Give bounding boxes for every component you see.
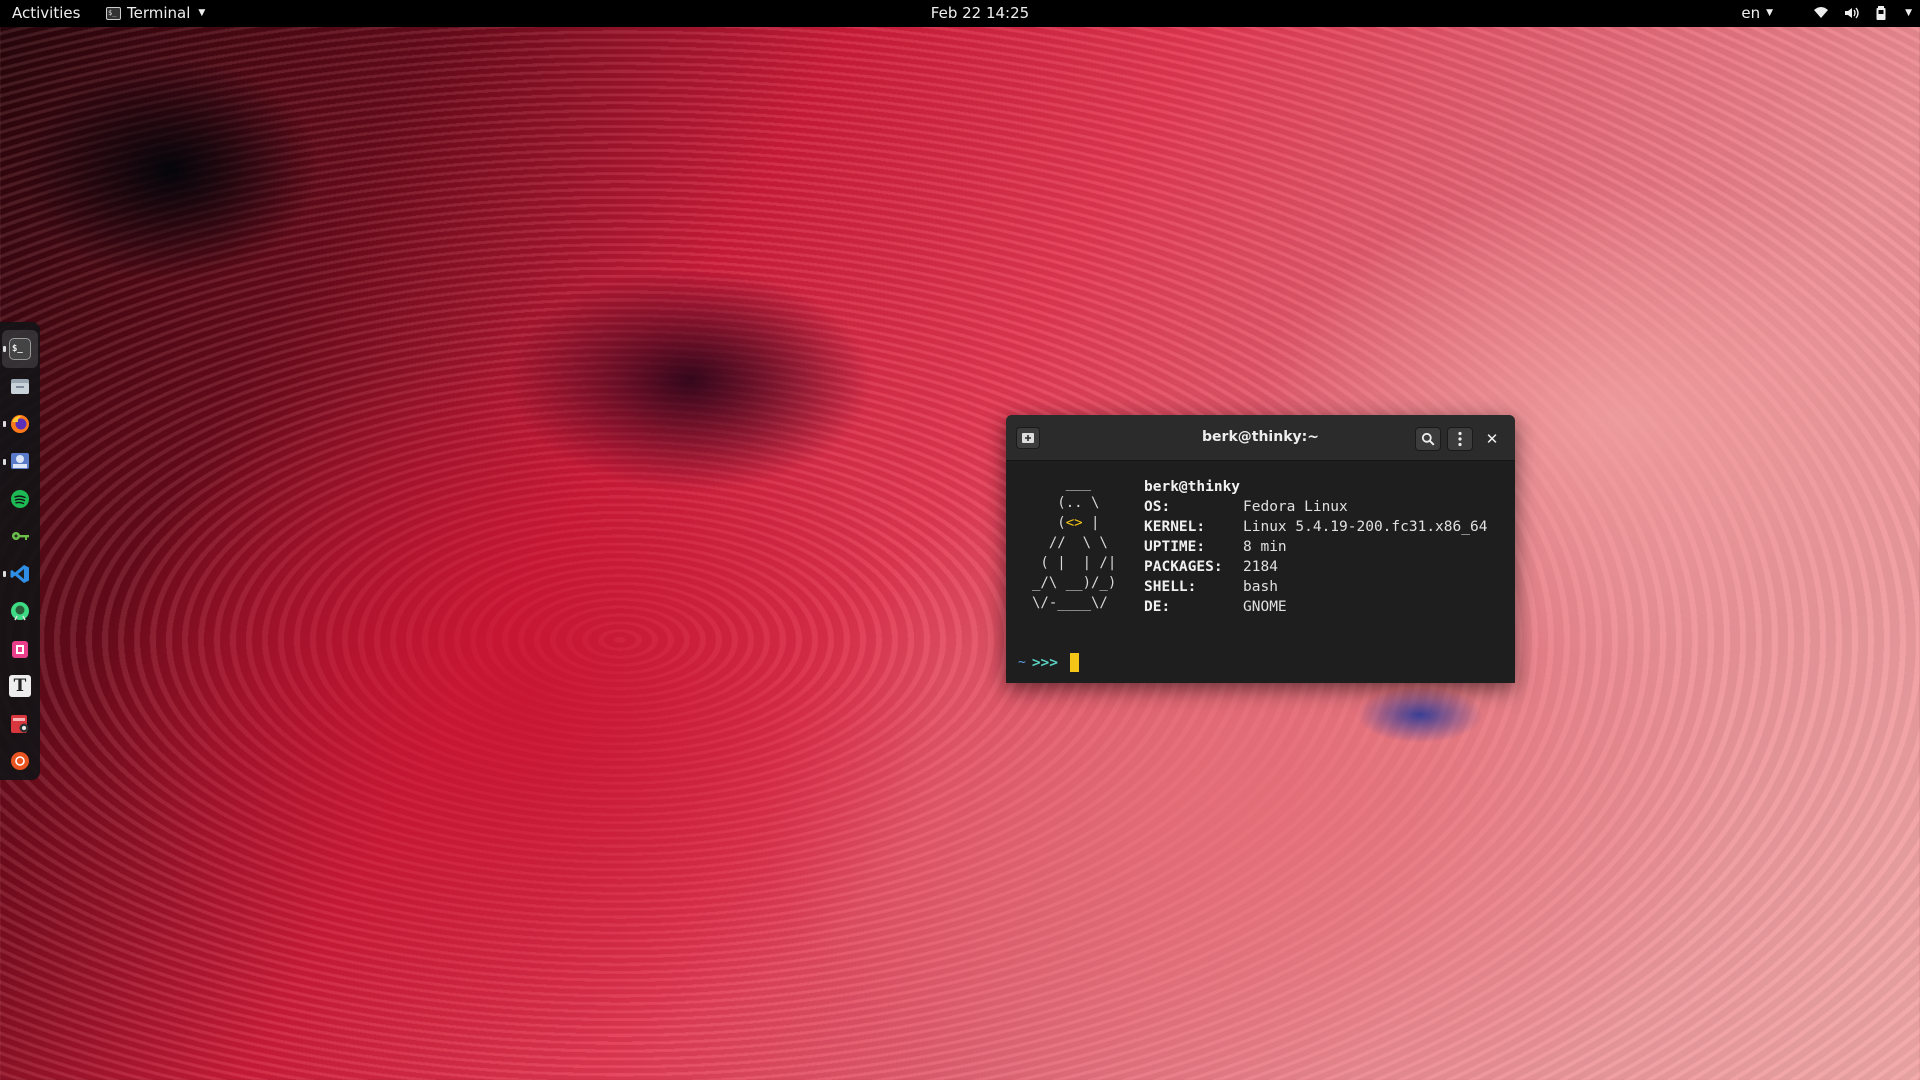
- info-value: GNOME: [1243, 599, 1287, 615]
- files-icon: [11, 379, 29, 395]
- info-value: Fedora Linux: [1243, 499, 1348, 515]
- dock-item-files[interactable]: [2, 368, 38, 406]
- info-key: DE:: [1144, 599, 1171, 615]
- spotify-icon: [11, 489, 29, 508]
- dock-item-screenshot[interactable]: [2, 705, 38, 743]
- info-row: DE: GNOME: [1144, 597, 1487, 617]
- info-row: PACKAGES: 2184: [1144, 557, 1487, 577]
- android-studio-icon: [11, 602, 29, 621]
- prompt-directory: ~: [1018, 655, 1026, 670]
- info-row: UPTIME: 8 min: [1144, 537, 1487, 557]
- dock-item-software[interactable]: [2, 743, 38, 781]
- terminal-icon: $_: [9, 337, 31, 360]
- user-host: berk@thinky: [1144, 479, 1241, 495]
- system-tray: en ▼ ▼: [1741, 4, 1912, 22]
- search-icon: [1421, 432, 1435, 446]
- text-cursor: [1070, 653, 1080, 672]
- dock-item-passwords[interactable]: [2, 518, 38, 556]
- fedora-ascii-logo: ___ (.. \ (<> | // \ \ ( | | /| _/\ __)/…: [1032, 475, 1117, 611]
- dock-item-firefox[interactable]: [2, 405, 38, 443]
- wifi-icon[interactable]: [1813, 5, 1829, 21]
- dock-item-app-store[interactable]: [2, 630, 38, 668]
- running-indicator: [3, 421, 6, 427]
- prompt-symbol: >>>: [1031, 654, 1059, 671]
- info-row: KERNEL: Linux 5.4.19-200.fc31.x86_64: [1144, 517, 1487, 537]
- dock-item-spotify[interactable]: [2, 480, 38, 518]
- language-label: en: [1741, 4, 1761, 22]
- dock: $_ T: [0, 322, 40, 780]
- dock-item-vscode[interactable]: [2, 555, 38, 593]
- chevron-down-icon: ▼: [1766, 8, 1774, 18]
- typora-icon: T: [9, 675, 31, 698]
- language-selector[interactable]: en ▼: [1741, 4, 1773, 22]
- info-row: SHELL: bash: [1144, 577, 1487, 597]
- shell-prompt[interactable]: ~ >>>: [1018, 653, 1080, 672]
- dock-item-typora[interactable]: T: [2, 668, 38, 706]
- menu-button[interactable]: [1447, 427, 1473, 451]
- kebab-menu-icon: [1458, 431, 1462, 447]
- info-value: Linux 5.4.19-200.fc31.x86_64: [1243, 519, 1488, 535]
- running-indicator: [3, 346, 6, 352]
- top-bar: Activities $_ Terminal ▼ Feb 22 14:25 en…: [0, 0, 1920, 27]
- system-menu-chevron-icon[interactable]: ▼: [1905, 8, 1912, 18]
- vscode-icon: [10, 564, 29, 583]
- dock-item-terminal[interactable]: $_: [2, 330, 38, 368]
- info-key: KERNEL:: [1144, 519, 1206, 535]
- close-button[interactable]: ✕: [1482, 429, 1502, 449]
- mail-icon: [11, 453, 29, 470]
- info-key: SHELL:: [1144, 579, 1197, 595]
- running-indicator: [3, 458, 6, 465]
- close-icon: ✕: [1485, 430, 1499, 448]
- clock[interactable]: Feb 22 14:25: [0, 4, 1920, 22]
- info-key: PACKAGES:: [1144, 559, 1223, 575]
- info-value: 8 min: [1243, 539, 1287, 555]
- search-button[interactable]: [1415, 427, 1441, 451]
- dock-item-mail[interactable]: [2, 443, 38, 481]
- info-key: OS:: [1144, 499, 1171, 515]
- info-value: 2184: [1243, 559, 1278, 575]
- firefox-icon: [11, 414, 29, 433]
- info-key: UPTIME:: [1144, 539, 1206, 555]
- info-row: OS: Fedora Linux: [1144, 497, 1487, 517]
- terminal-header-bar[interactable]: berk@thinky:~ ✕: [1006, 415, 1515, 461]
- system-info: berk@thinky OS: Fedora Linux KERNEL: Lin…: [1144, 477, 1487, 617]
- terminal-window[interactable]: berk@thinky:~ ✕ ___ (.. \ (<> | // \ \ (…: [1006, 415, 1515, 683]
- running-indicator: [3, 571, 6, 577]
- dock-item-android-studio[interactable]: [2, 593, 38, 631]
- software-icon: [11, 752, 29, 771]
- key-icon: [12, 532, 29, 541]
- battery-icon[interactable]: [1873, 5, 1889, 21]
- info-value: bash: [1243, 579, 1278, 595]
- shopping-bag-icon: [12, 640, 28, 658]
- screenshot-icon: [11, 714, 29, 733]
- volume-icon[interactable]: [1843, 5, 1859, 21]
